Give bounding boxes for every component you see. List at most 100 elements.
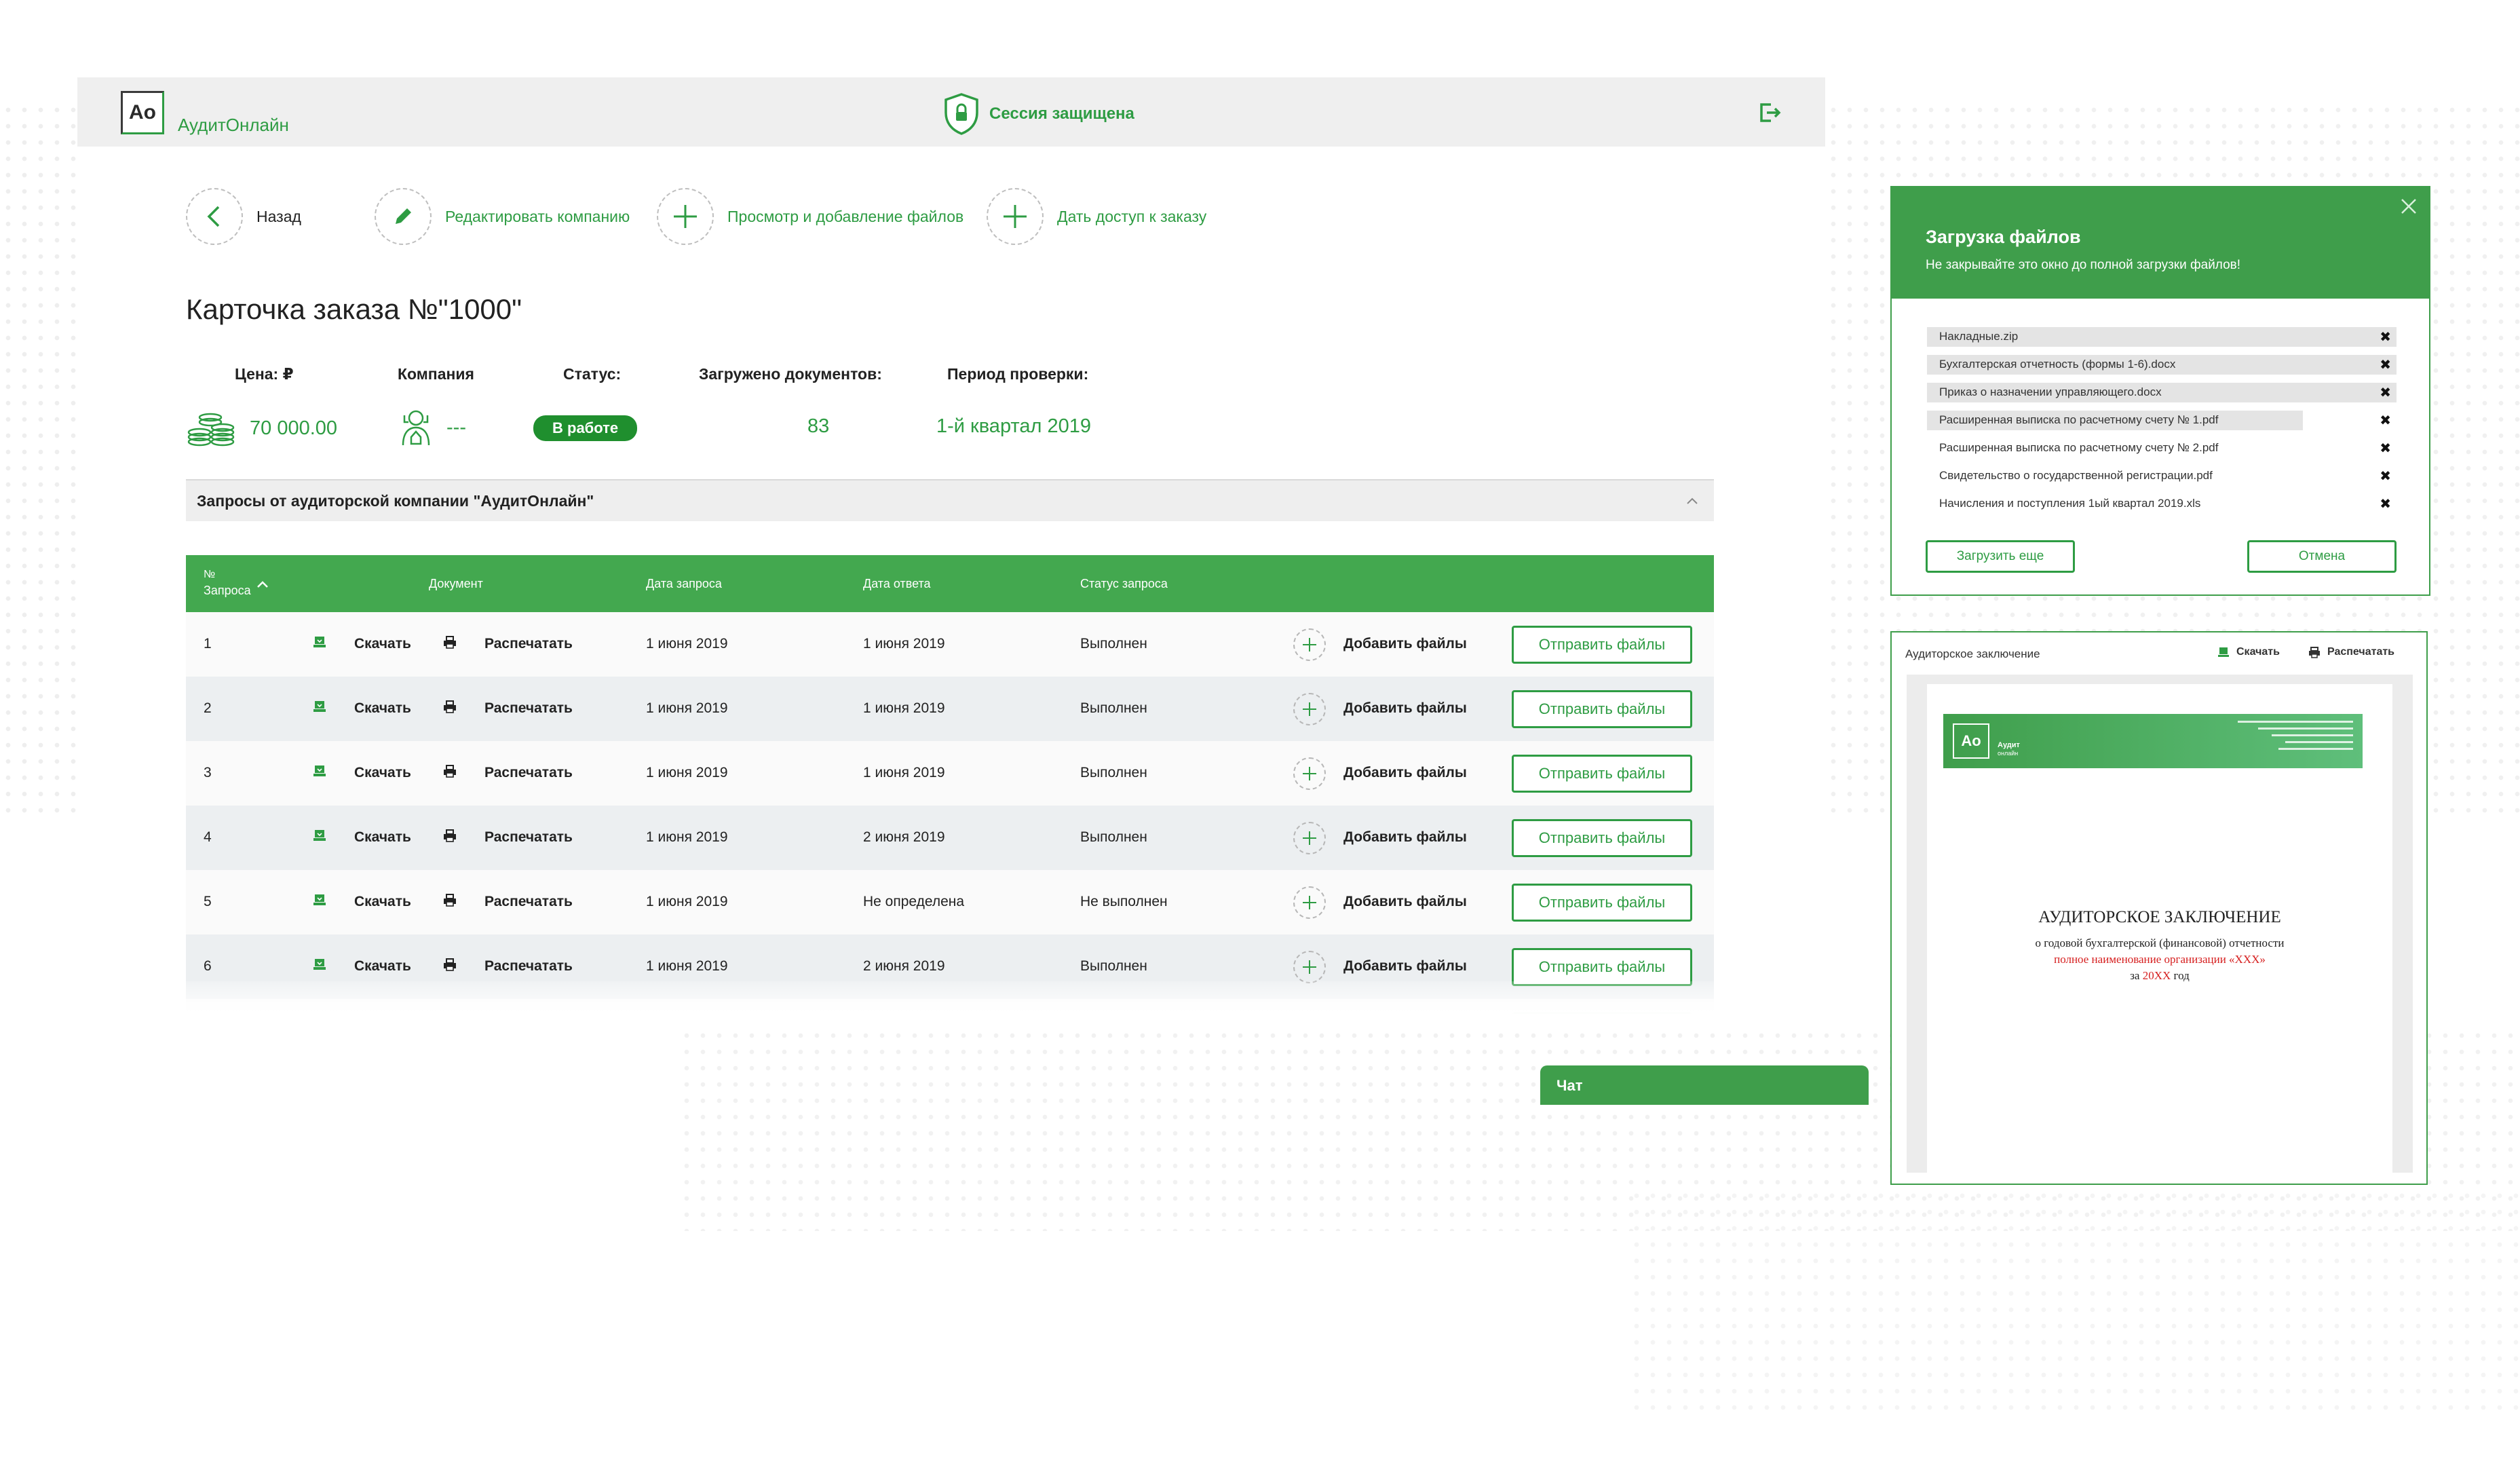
col-num-line1[interactable]: № — [204, 569, 215, 581]
add-files-icon-button[interactable] — [1293, 693, 1326, 725]
send-files-button[interactable]: Отправить файлы — [1512, 884, 1692, 922]
preview-download-button[interactable]: Скачать — [2217, 646, 2280, 658]
logout-icon[interactable] — [1756, 99, 1783, 126]
remove-file-icon[interactable]: ✖ — [2380, 356, 2391, 373]
printer-icon[interactable] — [442, 699, 457, 714]
request-date: 1 июня 2019 — [646, 958, 728, 974]
preview-print-button[interactable]: Распечатать — [2308, 646, 2394, 658]
order-summary: Цена: ₽ Компания Статус: Загружено докум… — [186, 365, 1204, 460]
download-icon[interactable] — [312, 957, 327, 972]
download-icon[interactable] — [312, 828, 327, 843]
printer-icon[interactable] — [442, 828, 457, 843]
upload-file-item: Расширенная выписка по расчетному счету … — [1927, 407, 2397, 434]
download-link[interactable]: Скачать — [354, 700, 411, 717]
remove-file-icon[interactable]: ✖ — [2380, 328, 2391, 345]
download-icon[interactable] — [312, 635, 327, 649]
add-files-icon-button[interactable] — [1293, 886, 1326, 919]
plus-icon — [1303, 702, 1316, 716]
download-icon — [313, 766, 326, 776]
add-files-link[interactable]: Добавить файлы — [1343, 894, 1467, 910]
send-files-button[interactable]: Отправить файлы — [1512, 690, 1692, 728]
logo[interactable]: Ao АудитОнлайн — [121, 91, 289, 135]
upload-file-name: Начисления и поступления 1ый квартал 201… — [1939, 497, 2201, 510]
request-status: Выполнен — [1080, 958, 1147, 974]
download-icon[interactable] — [312, 892, 327, 907]
letterhead-logo: Ao — [1953, 723, 1989, 759]
chevron-up-icon[interactable] — [1685, 494, 1699, 508]
chat-tab[interactable]: Чат — [1540, 1065, 1869, 1105]
requests-accordion[interactable]: Запросы от аудиторской компании "АудитОн… — [186, 479, 1714, 521]
download-link[interactable]: Скачать — [354, 765, 411, 781]
send-files-button[interactable]: Отправить файлы — [1512, 755, 1692, 793]
preview-frame[interactable]: Ao Аудит онлайн АУДИТОРСКОЕ ЗАКЛЮЧЕНИЕ о… — [1907, 675, 2413, 1173]
print-link[interactable]: Распечатать — [484, 700, 573, 717]
print-link[interactable]: Распечатать — [484, 765, 573, 781]
printer-icon[interactable] — [442, 957, 457, 972]
answer-date: 2 июня 2019 — [863, 829, 945, 845]
download-link[interactable]: Скачать — [354, 829, 411, 846]
request-date: 1 июня 2019 — [646, 894, 728, 909]
add-files-link[interactable]: Добавить файлы — [1343, 700, 1467, 717]
printer-icon — [444, 636, 456, 649]
plus-icon — [1303, 767, 1316, 780]
table-row: 2 Скачать Распечатать 1 июня 2019 1 июня 201… — [186, 677, 1714, 741]
download-icon[interactable] — [312, 763, 327, 778]
row-num: 6 — [204, 958, 212, 974]
back-button[interactable]: Назад — [186, 186, 301, 247]
chat-label: Чат — [1557, 1077, 1583, 1094]
close-icon[interactable] — [2399, 197, 2418, 216]
remove-file-icon[interactable]: ✖ — [2380, 412, 2391, 429]
printer-icon[interactable] — [442, 763, 457, 778]
add-files-link[interactable]: Добавить файлы — [1343, 958, 1467, 975]
background-dots — [1628, 1188, 2520, 1418]
print-link[interactable]: Распечатать — [484, 636, 573, 652]
remove-file-icon[interactable]: ✖ — [2380, 495, 2391, 512]
request-status: Выполнен — [1080, 700, 1147, 716]
print-link[interactable]: Распечатать — [484, 829, 573, 846]
download-icon — [313, 637, 326, 647]
send-files-button[interactable]: Отправить файлы — [1512, 948, 1692, 986]
col-num-line2[interactable]: Запроса — [204, 584, 251, 598]
add-files-link[interactable]: Добавить файлы — [1343, 636, 1467, 652]
price-label: Цена: ₽ — [235, 365, 294, 383]
print-link[interactable]: Распечатать — [484, 958, 573, 975]
add-files-link[interactable]: Добавить файлы — [1343, 765, 1467, 781]
cancel-button[interactable]: Отмена — [2247, 540, 2397, 573]
add-files-icon-button[interactable] — [1293, 951, 1326, 983]
download-icon[interactable] — [312, 699, 327, 714]
download-link[interactable]: Скачать — [354, 958, 411, 975]
table-row: 1 Скачать Распечатать 1 июня 2019 1 июня 201… — [186, 612, 1714, 677]
plus-icon — [674, 205, 697, 228]
share-order-button[interactable]: Дать доступ к заказу — [987, 186, 1206, 247]
sort-up-icon[interactable] — [256, 580, 269, 589]
printer-icon[interactable] — [442, 635, 457, 649]
upload-more-button[interactable]: Загрузить еще — [1926, 540, 2075, 573]
requests-table: № Запроса Документ Дата запроса Дата отв… — [186, 555, 1714, 1027]
view-add-files-button[interactable]: Просмотр и добавление файлов — [657, 186, 963, 247]
remove-file-icon[interactable]: ✖ — [2380, 468, 2391, 485]
remove-file-icon[interactable]: ✖ — [2380, 384, 2391, 401]
add-files-link[interactable]: Добавить файлы — [1343, 829, 1467, 846]
add-files-icon-button[interactable] — [1293, 628, 1326, 661]
company-label: Компания — [398, 365, 474, 383]
answer-date: 1 июня 2019 — [863, 636, 945, 651]
printer-icon — [444, 958, 456, 971]
add-files-icon-button[interactable] — [1293, 757, 1326, 790]
upload-modal: Загрузка файлов Не закрывайте это окно д… — [1890, 186, 2430, 596]
print-link[interactable]: Распечатать — [484, 894, 573, 910]
row-num: 2 — [204, 700, 212, 716]
edit-company-button[interactable]: Редактировать компанию — [375, 186, 630, 247]
download-link[interactable]: Скачать — [354, 894, 411, 910]
report-heading: АУДИТОРСКОЕ ЗАКЛЮЧЕНИЕ — [2038, 908, 2281, 926]
report-subtitle: о годовой бухгалтерской (финансовой) отч… — [2035, 937, 2285, 949]
remove-file-icon[interactable]: ✖ — [2380, 440, 2391, 457]
company-value-group: --- — [399, 407, 466, 448]
add-files-icon-button[interactable] — [1293, 822, 1326, 854]
download-link[interactable]: Скачать — [354, 636, 411, 652]
view-add-files-label: Просмотр и добавление файлов — [727, 207, 964, 225]
send-files-button[interactable]: Отправить файлы — [1512, 819, 1692, 857]
status-badge: В работе — [533, 415, 638, 441]
printer-icon[interactable] — [442, 892, 457, 907]
send-files-button[interactable]: Отправить файлы — [1512, 626, 1692, 664]
plus-icon — [1303, 638, 1316, 651]
